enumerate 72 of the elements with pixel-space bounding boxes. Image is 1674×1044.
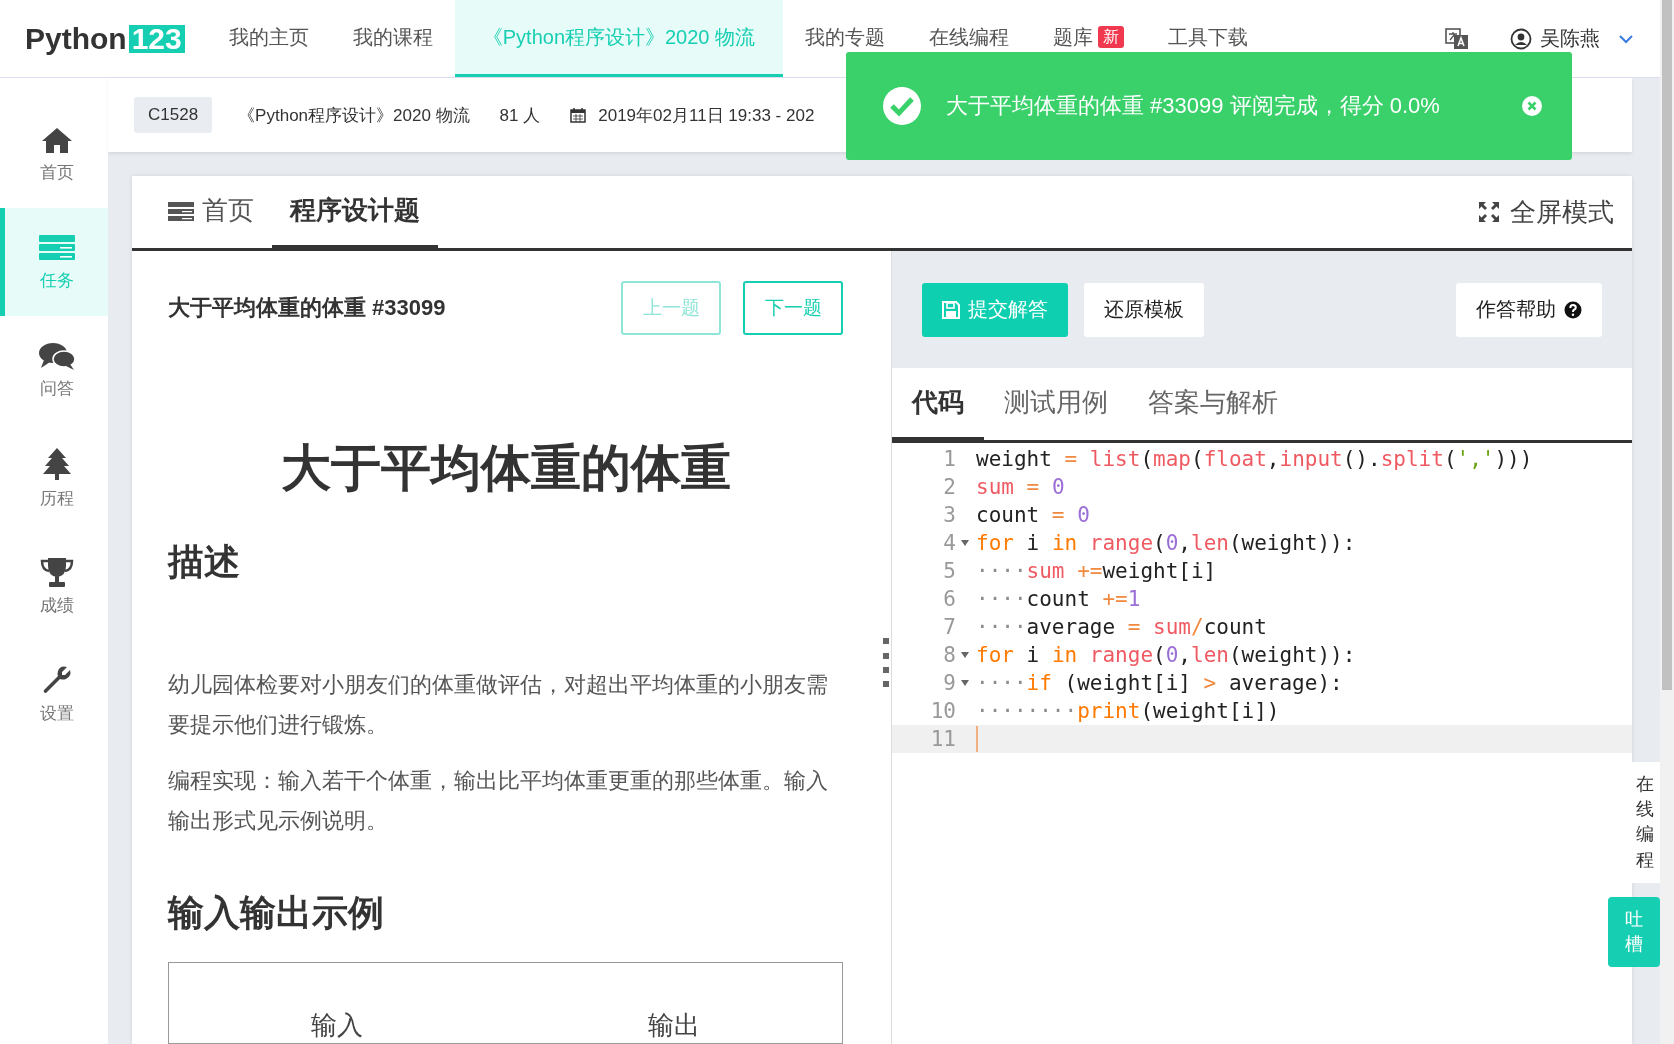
text-cursor — [976, 726, 978, 752]
column-header: 输出 — [646, 1009, 701, 1042]
line-number: 2 — [943, 475, 956, 499]
nav-item[interactable]: 题库 新 — [1031, 0, 1147, 77]
code-line: for i in range(0,len(weight)): — [976, 531, 1356, 555]
line-number: 5 — [943, 559, 956, 583]
date-range: 2019年02月11日 19:33 - 202 — [598, 104, 815, 127]
fold-icon[interactable] — [961, 680, 969, 686]
problem-title: 大于平均体重的体重 #33099 — [168, 294, 446, 322]
user-icon — [1510, 27, 1532, 50]
help-icon — [1564, 300, 1582, 319]
code-line: for i in range(0,len(weight)): — [976, 643, 1356, 667]
sidebar-item[interactable]: 设置 — [0, 640, 108, 748]
paragraph: 编程实现：输入若干个体重，输出比平均体重更重的那些体重。输入输出形式见示例说明。 — [168, 767, 829, 835]
expand-icon — [1478, 201, 1500, 223]
reset-button[interactable]: 还原模板 — [1084, 282, 1204, 337]
course-name: 《Python程序设计》2020 物流 — [238, 104, 470, 127]
paragraph: 幼儿园体检要对小朋友们的体重做评估，对超出平均体重的小朋友需要提示他们进行锻炼。 — [168, 671, 829, 739]
line-number: 7 — [943, 615, 956, 639]
calendar-icon — [570, 107, 587, 123]
online-coding-tab[interactable]: 在线编程 — [1630, 762, 1660, 883]
code-line: ····sum +=weight[i] — [976, 559, 1217, 583]
line-number: 11 — [930, 727, 956, 751]
line-number: 3 — [943, 503, 956, 527]
line-number: 1 — [943, 447, 956, 471]
editor-tab[interactable]: 答案与解析 — [1128, 368, 1298, 443]
scrollbar[interactable] — [1660, 0, 1674, 1044]
code-line: ····count +=1 — [976, 587, 1141, 611]
trophy-icon — [39, 555, 74, 588]
code-line: weight = list(map(float,input().split(','))) — [976, 447, 1533, 471]
code-line: sum = 0 — [976, 475, 1065, 499]
page-tab[interactable]: 程序设计题 — [272, 176, 438, 251]
code-line: ····if (weight[i] > average): — [976, 671, 1343, 695]
nav-item[interactable]: 我的主页 — [206, 0, 331, 77]
line-number: 4 — [943, 531, 956, 555]
line-number: 6 — [943, 587, 956, 611]
code-line: ····average = sum/count — [976, 615, 1267, 639]
fold-icon[interactable] — [961, 652, 969, 658]
translate-icon[interactable] — [1444, 25, 1470, 52]
list-icon — [168, 200, 194, 221]
course-code: C1528 — [134, 97, 213, 133]
sidebar-item[interactable]: 问答 — [0, 316, 108, 424]
section-heading: 输入输出示例 — [168, 891, 385, 935]
column-header: 输入 — [310, 1009, 365, 1042]
chat-bubbles-icon — [37, 340, 76, 371]
sidebar-item[interactable]: 成绩 — [0, 532, 108, 640]
check-icon — [882, 86, 922, 126]
save-icon — [942, 300, 960, 319]
page-tab[interactable]: 首页 — [150, 176, 272, 251]
code-line: count = 0 — [976, 503, 1090, 527]
sidebar-item[interactable]: 历程 — [0, 424, 108, 532]
line-number: 8 — [943, 643, 956, 667]
toast-message: 大于平均体重的体重 #33099 评阅完成，得分 0.0% — [946, 92, 1440, 120]
editor-tab[interactable]: 代码 — [892, 368, 984, 443]
fullscreen-button[interactable]: 全屏模式 — [1478, 176, 1632, 248]
member-count: 81 人 — [499, 104, 541, 127]
code-line: ········print(weight[i]) — [976, 699, 1280, 723]
list-icon — [37, 232, 76, 263]
user-menu[interactable]: 吴陈燕 — [1510, 25, 1634, 52]
tree-icon — [41, 446, 72, 481]
help-button[interactable]: 作答帮助 — [1456, 282, 1602, 337]
nav-item[interactable]: 我的课程 — [330, 0, 455, 77]
problem-heading: 大于平均体重的体重 — [279, 439, 732, 498]
sidebar-item[interactable]: 首页 — [0, 100, 108, 208]
chevron-down-icon — [1618, 33, 1634, 44]
resize-handle[interactable] — [883, 638, 889, 688]
line-number: 10 — [930, 699, 956, 723]
editor-tab[interactable]: 测试用例 — [984, 368, 1128, 443]
line-number: 9 — [943, 671, 956, 695]
fold-icon[interactable] — [961, 540, 969, 546]
logo[interactable]: Python 123 — [25, 0, 185, 77]
section-heading: 描述 — [168, 540, 241, 584]
